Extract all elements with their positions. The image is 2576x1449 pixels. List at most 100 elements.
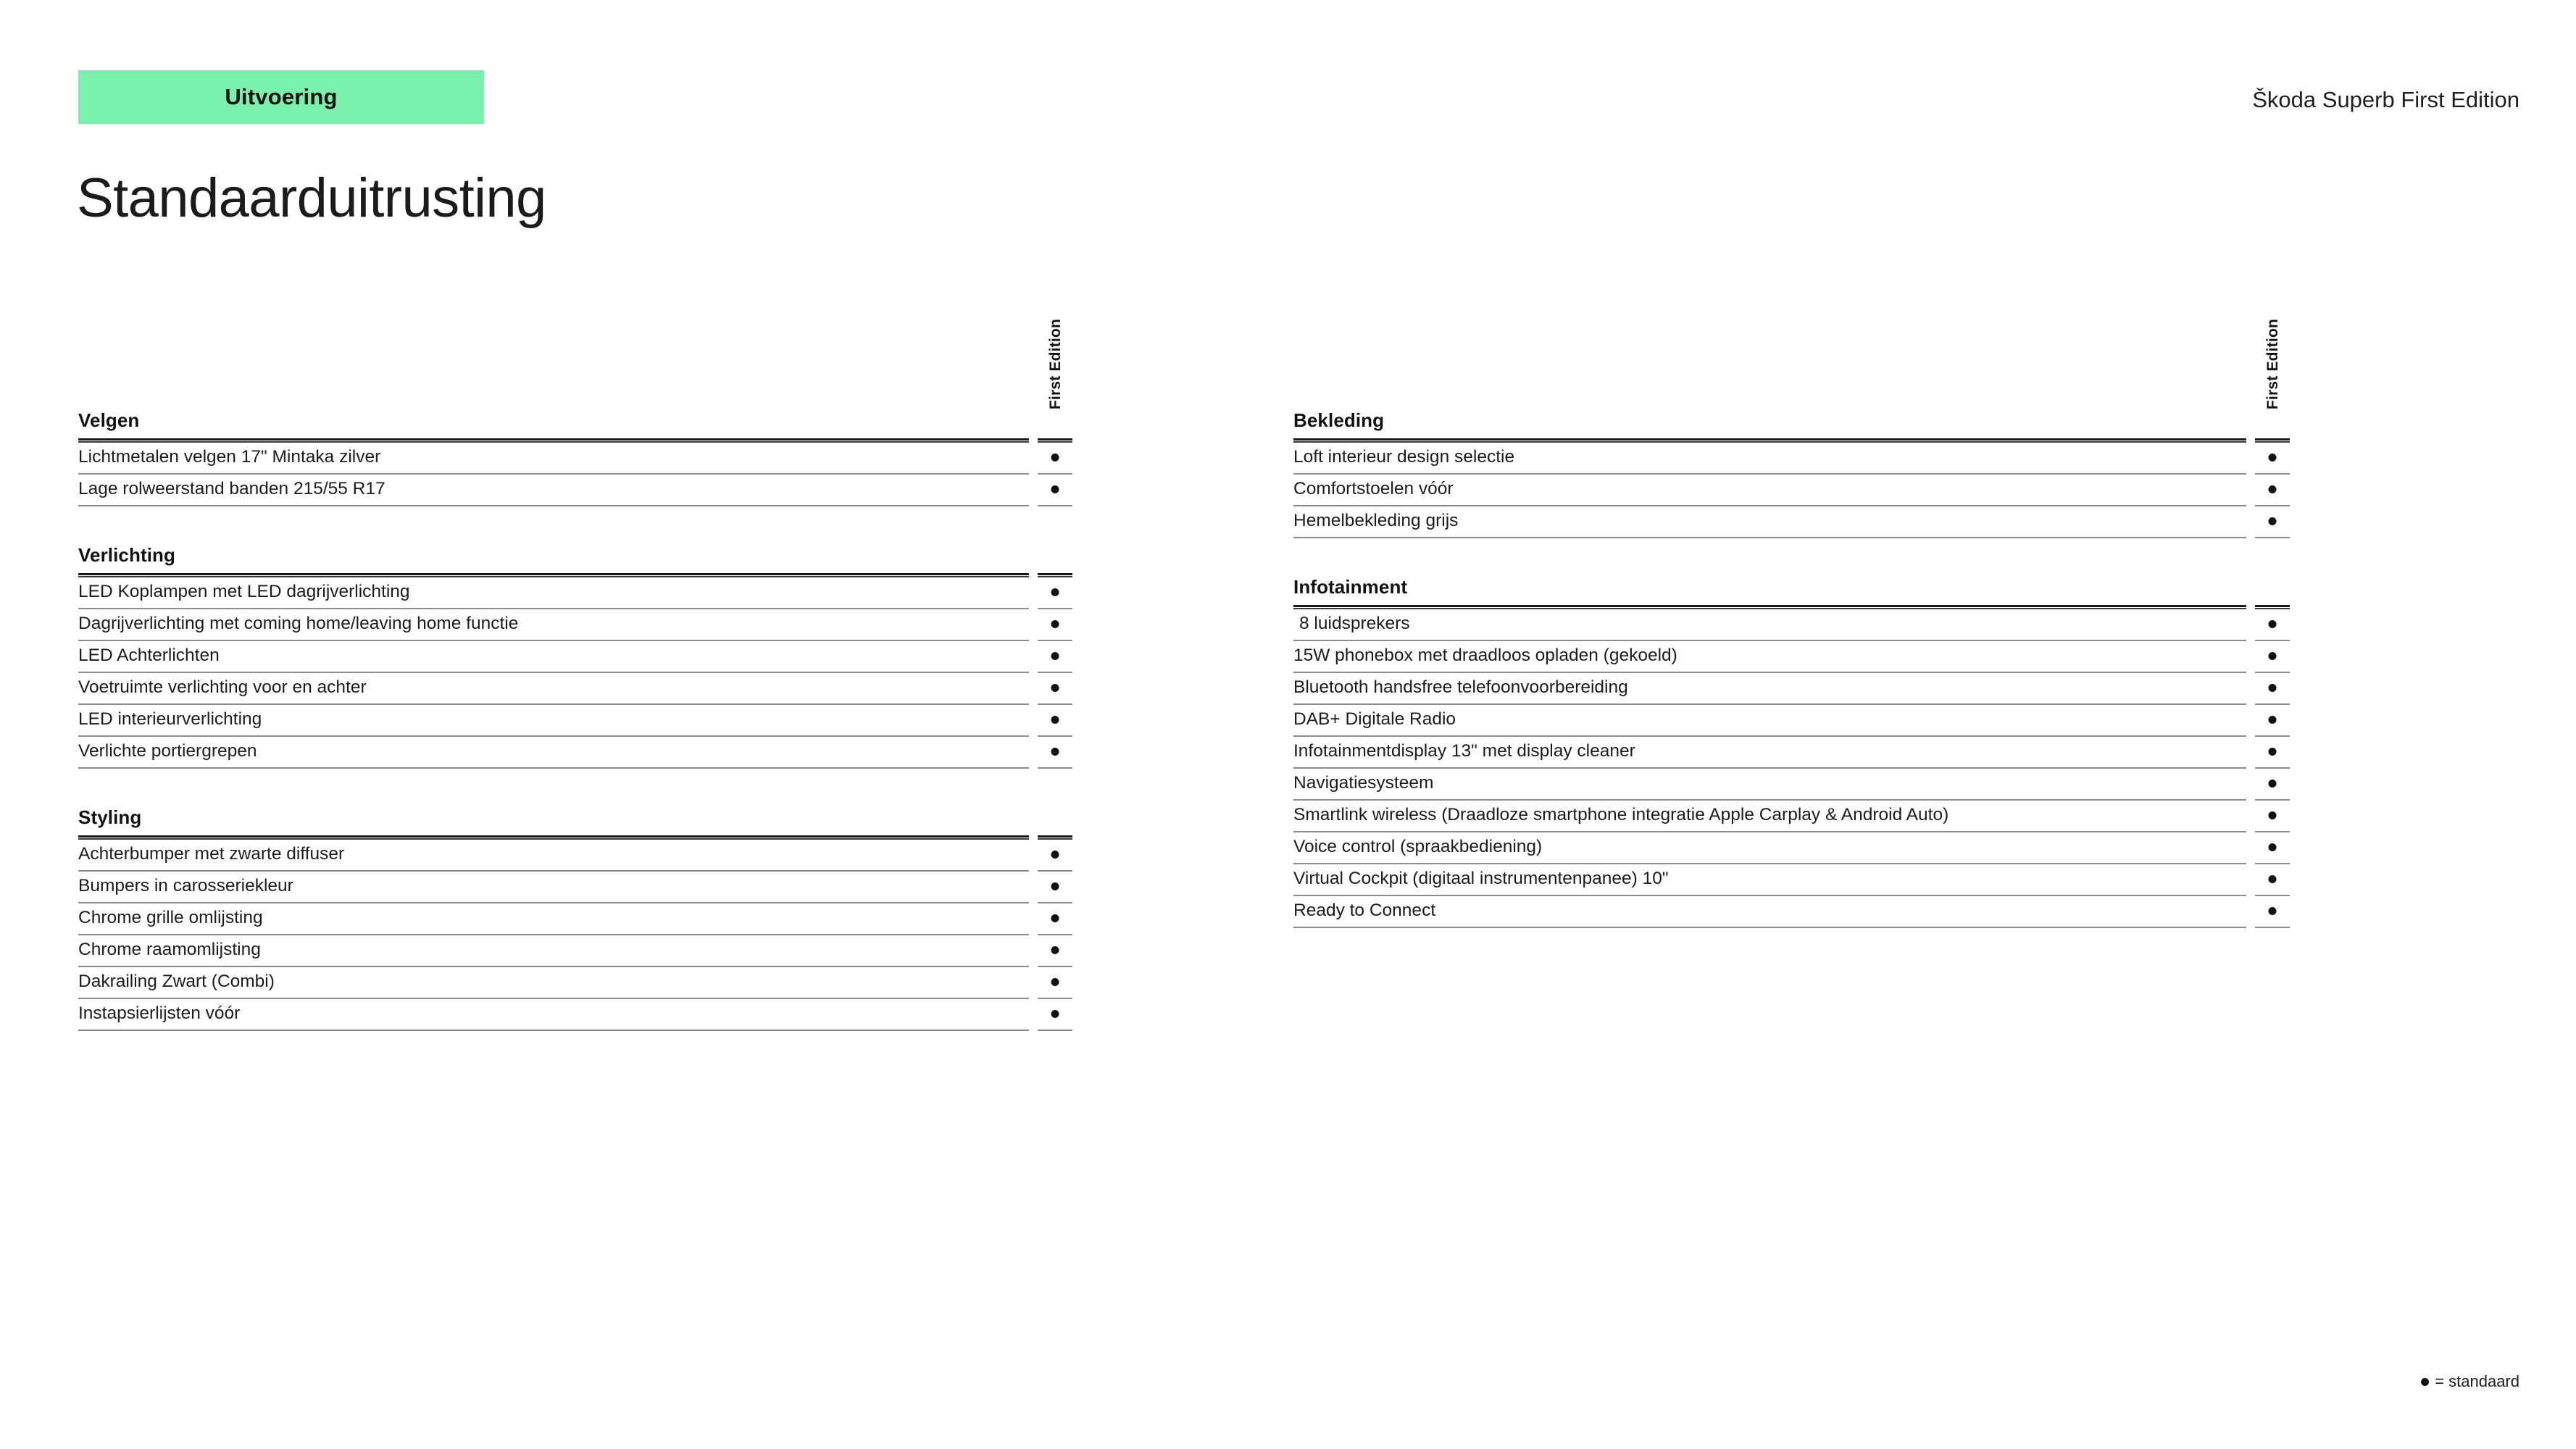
feature-label: 15W phonebox met draadloos opladen (geko…: [1293, 646, 1677, 665]
column-gap: [2246, 864, 2255, 896]
column-gap: [1029, 475, 1038, 506]
table-row: Dagrijverlichting met coming home/leavin…: [78, 609, 1072, 641]
feature-label: Navigatiesysteem: [1293, 773, 1434, 793]
feature-label: 8 luidsprekers: [1299, 614, 1410, 633]
section-title: Bekleding: [1293, 409, 1385, 431]
feature-label: Verlichte portiergrepen: [78, 741, 257, 761]
feature-label-cell: Verlichte portiergrepen: [78, 737, 1029, 769]
standard-dot-icon: [1051, 851, 1059, 859]
standard-dot-icon: [2268, 716, 2277, 724]
standard-dot-icon: [1051, 485, 1059, 493]
feature-label: LED Achterlichten: [78, 646, 220, 665]
table-row: Smartlink wireless (Draadloze smartphone…: [1293, 801, 2290, 832]
feature-label-cell: Achterbumper met zwarte diffuser: [78, 840, 1029, 872]
standard-dot-icon: [2268, 485, 2277, 493]
table-row: Achterbumper met zwarte diffuser: [78, 840, 1072, 872]
column-gap: [1029, 935, 1038, 967]
table-row: Hemelbekleding grijs: [1293, 506, 2290, 538]
column-gap: [2246, 832, 2255, 864]
equipment-column-right: First Edition Bekleding Loft interieur des…: [1293, 290, 2290, 928]
first-edition-cell: [2255, 832, 2290, 864]
column-gap: [2246, 737, 2255, 769]
first-edition-cell: [1038, 999, 1072, 1031]
column-gap: [2246, 801, 2255, 832]
feature-label: Chrome grille omlijsting: [78, 908, 263, 927]
first-edition-cell: [2255, 475, 2290, 506]
feature-label-cell: Voetruimte verlichting voor en achter: [78, 673, 1029, 705]
column-gap: [2246, 609, 2255, 641]
section-title: Velgen: [78, 409, 140, 431]
standard-dot-icon: [1051, 454, 1059, 462]
feature-label: Dagrijverlichting met coming home/leavin…: [78, 614, 519, 633]
first-edition-cell: [2255, 673, 2290, 705]
column-gap: [2246, 506, 2255, 538]
table-row: Verlichte portiergrepen: [78, 737, 1072, 769]
feature-label: Chrome raamomlijsting: [78, 940, 261, 959]
column-gap: [2246, 443, 2255, 475]
table-row: Voetruimte verlichting voor en achter: [78, 673, 1072, 705]
first-edition-cell: [2255, 705, 2290, 737]
feature-label: LED Koplampen met LED dagrijverlichting: [78, 582, 410, 601]
standard-dot-icon: [1051, 914, 1059, 922]
equipment-section: Verlichting LED Koplampen met LED dagrijv…: [78, 544, 1072, 769]
column-gap: [2246, 769, 2255, 801]
standard-dot-icon: [2268, 517, 2277, 525]
standard-dot-icon: [2268, 620, 2277, 628]
feature-label: Bluetooth handsfree telefoonvoorbereidin…: [1293, 677, 1628, 697]
feature-label-cell: Hemelbekleding grijs: [1293, 506, 2246, 538]
feature-label: Instapsierlijsten vóór: [78, 1003, 241, 1023]
standard-dot-icon: [2421, 1377, 2430, 1386]
table-row: Infotainmentdisplay 13" met display clea…: [1293, 737, 2290, 769]
column-head-label-text: First Edition: [2264, 318, 2281, 409]
section-title: Verlichting: [78, 544, 176, 566]
first-edition-cell: [1038, 609, 1072, 641]
equipment-section: Velgen Lichtmetalen velgen 17" Mintaka zi…: [78, 409, 1072, 506]
column-gap: [2246, 896, 2255, 928]
feature-label: DAB+ Digitale Radio: [1293, 709, 1456, 729]
feature-label-cell: Dakrailing Zwart (Combi): [78, 967, 1029, 999]
table-row: Voice control (spraakbediening): [1293, 832, 2290, 864]
feature-label-cell: 8 luidsprekers: [1293, 609, 2246, 641]
feature-label-cell: Voice control (spraakbediening): [1293, 832, 2246, 864]
feature-label: Infotainmentdisplay 13" met display clea…: [1293, 741, 1635, 761]
standard-dot-icon: [2268, 748, 2277, 756]
standard-dot-icon: [2268, 811, 2277, 819]
equipment-section: Styling Achterbumper met zwarte diffuser B…: [78, 806, 1072, 1031]
feature-label: Smartlink wireless (Draadloze smartphone…: [1293, 805, 1949, 824]
first-edition-cell: [1038, 872, 1072, 903]
feature-label-cell: 15W phonebox met draadloos opladen (geko…: [1293, 641, 2246, 673]
column-head-rotated-label: First Edition: [1038, 290, 1072, 409]
column-gap: [1029, 673, 1038, 705]
column-gap: [1029, 967, 1038, 999]
column-gap: [1029, 872, 1038, 903]
standard-dot-icon: [1051, 1010, 1059, 1018]
table-row: Comfortstoelen vóór: [1293, 475, 2290, 506]
feature-label: Lichtmetalen velgen 17" Mintaka zilver: [78, 447, 381, 467]
section-title: Styling: [78, 806, 142, 828]
uitvoering-tag-label: Uitvoering: [225, 84, 338, 109]
column-gap: [2246, 641, 2255, 673]
standard-dot-icon: [1051, 882, 1059, 890]
first-edition-cell: [2255, 801, 2290, 832]
feature-label-cell: Bluetooth handsfree telefoonvoorbereidin…: [1293, 673, 2246, 705]
standard-dot-icon: [1051, 652, 1059, 660]
standard-dot-icon: [1051, 716, 1059, 724]
standard-dot-icon: [1051, 620, 1059, 628]
brochure-page: Uitvoering Standaarduitrusting Škoda Sup…: [0, 0, 2576, 1449]
column-gap: [1029, 999, 1038, 1031]
first-edition-cell: [2255, 737, 2290, 769]
feature-label-cell: Comfortstoelen vóór: [1293, 475, 2246, 506]
table-row: Ready to Connect: [1293, 896, 2290, 928]
first-edition-cell: [2255, 896, 2290, 928]
table-row: 8 luidsprekers: [1293, 609, 2290, 641]
standard-dot-icon: [2268, 843, 2277, 851]
feature-label-cell: Dagrijverlichting met coming home/leavin…: [78, 609, 1029, 641]
page-title: Standaarduitrusting: [77, 167, 546, 229]
equipment-section: Infotainment 8 luidsprekers 15W phonebox m…: [1293, 576, 2290, 928]
feature-label: Lage rolweerstand banden 215/55 R17: [78, 479, 385, 498]
table-row: Lichtmetalen velgen 17" Mintaka zilver: [78, 443, 1072, 475]
column-gap: [2246, 673, 2255, 705]
table-row: Dakrailing Zwart (Combi): [78, 967, 1072, 999]
standard-dot-icon: [1051, 588, 1059, 596]
first-edition-cell: [2255, 443, 2290, 475]
